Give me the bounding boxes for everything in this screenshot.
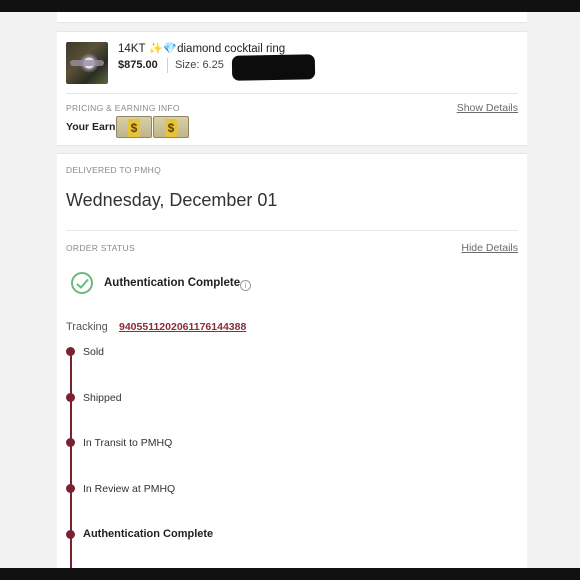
tracking-number-link[interactable]: 9405511202061176144388 [119, 321, 246, 333]
status-text: Authentication Complete [104, 277, 241, 289]
timeline-dot [66, 347, 75, 356]
delivery-section-label: DELIVERED TO PMHQ [66, 165, 162, 175]
money-bill-icon: $ [153, 116, 189, 138]
item-price: $875.00 [118, 59, 158, 71]
timeline-dot [66, 484, 75, 493]
order-status-label: ORDER STATUS [66, 243, 135, 253]
price-size-divider [167, 58, 168, 73]
timeline-step-authentication-complete: Authentication Complete [83, 528, 214, 540]
timeline-step-in-review: In Review at PMHQ [83, 483, 176, 495]
ring-band-shape [70, 60, 104, 66]
timeline-dot [66, 530, 75, 539]
timeline-line [70, 351, 72, 580]
top-panel-edge [57, 12, 527, 23]
timeline-step-shipped: Shipped [83, 392, 122, 404]
timeline-step-sold: Sold [83, 346, 105, 358]
pricing-section-label: PRICING & EARNING INFO [66, 103, 180, 113]
divider [66, 93, 518, 94]
item-card: 14KT ✨💎diamond cocktail ring $875.00 Siz… [57, 31, 527, 146]
check-circle-icon [71, 272, 93, 294]
redacted-block [231, 54, 316, 81]
timeline-dot [66, 393, 75, 402]
earnings-label: Your Earni [66, 121, 119, 133]
money-bill-icon: $ [116, 116, 152, 138]
show-details-link[interactable]: Show Details [457, 102, 518, 114]
divider [66, 230, 518, 231]
item-thumbnail[interactable] [66, 42, 108, 84]
item-title[interactable]: 14KT ✨💎diamond cocktail ring [118, 41, 285, 55]
timeline-dot [66, 438, 75, 447]
bottom-black-bar [0, 568, 580, 580]
dollar-glyph: $ [128, 119, 140, 137]
order-panel: DELIVERED TO PMHQ Wednesday, December 01… [57, 153, 527, 580]
info-icon[interactable]: i [240, 280, 251, 291]
timeline-step-in-transit: In Transit to PMHQ [83, 437, 173, 449]
dollar-glyph: $ [165, 119, 177, 137]
top-black-bar [0, 0, 580, 12]
tracking-label: Tracking [66, 321, 108, 333]
delivery-date: Wednesday, December 01 [66, 190, 278, 210]
hide-details-link[interactable]: Hide Details [461, 242, 518, 254]
item-size: Size: 6.25 [175, 59, 224, 71]
